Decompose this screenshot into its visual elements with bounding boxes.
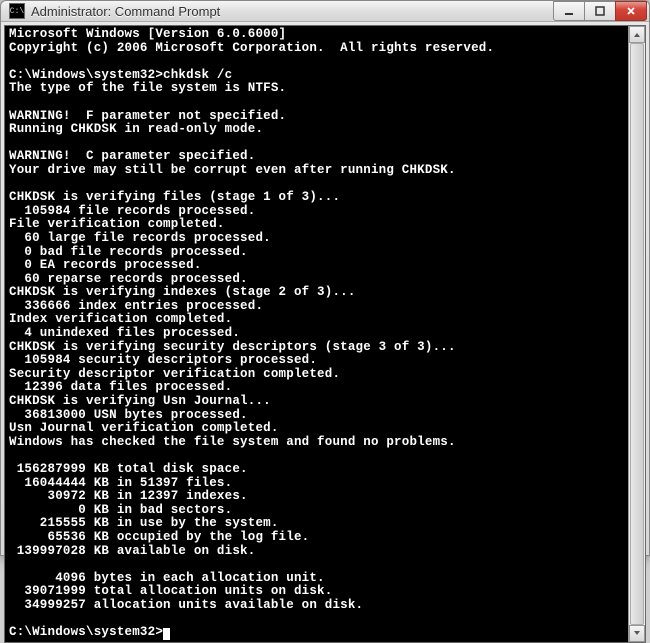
prompt: C:\Windows\system32>	[9, 625, 163, 639]
maximize-button[interactable]	[584, 1, 616, 21]
console-output[interactable]: Microsoft Windows [Version 6.0.6000] Cop…	[5, 26, 628, 642]
scrollbar-thumb[interactable]	[630, 43, 644, 625]
window-title: Administrator: Command Prompt	[31, 4, 554, 19]
scroll-down-button[interactable]	[629, 625, 645, 642]
scrollbar-track[interactable]	[629, 43, 645, 625]
command-prompt-window: C:\ Administrator: Command Prompt Micros…	[0, 0, 650, 556]
scrollbar[interactable]	[628, 26, 645, 642]
window-controls	[554, 1, 647, 21]
scroll-up-button[interactable]	[629, 26, 645, 43]
minimize-button[interactable]	[553, 1, 585, 21]
titlebar[interactable]: C:\ Administrator: Command Prompt	[1, 1, 649, 22]
cursor	[163, 628, 170, 640]
close-button[interactable]	[615, 1, 647, 21]
cmd-icon: C:\	[9, 3, 25, 19]
console-frame: Microsoft Windows [Version 6.0.6000] Cop…	[4, 25, 646, 643]
